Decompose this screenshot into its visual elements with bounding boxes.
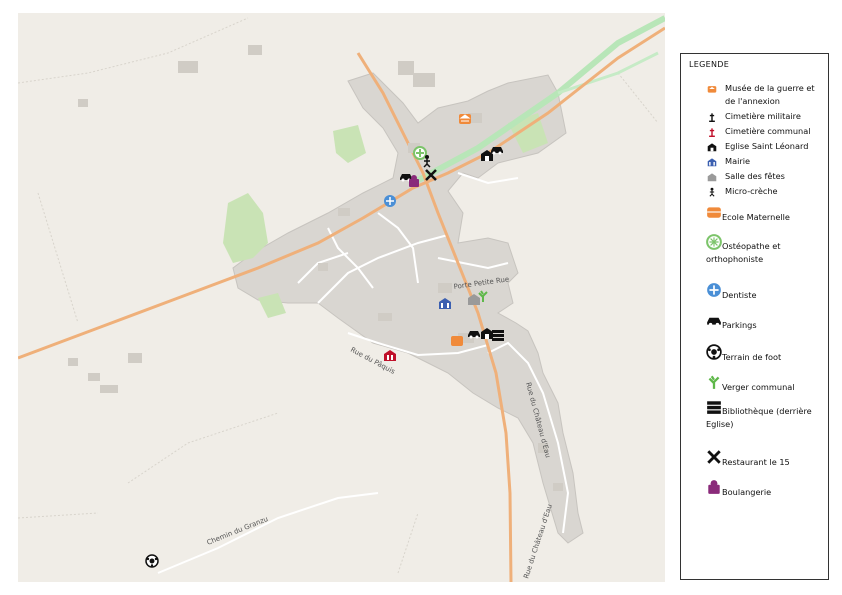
legend-item-label: Verger communal — [722, 381, 795, 394]
cross-icon — [709, 128, 715, 137]
legend-item-label: Mairie — [725, 155, 750, 168]
legend-label-line: Restaurant le 15 — [722, 457, 790, 467]
restaurant-icon[interactable] — [424, 168, 438, 182]
car-icon — [707, 317, 721, 327]
legend-label-line: Boulangerie — [722, 487, 772, 497]
townhall-icon — [707, 158, 717, 167]
legend-label-line: Terrain de foot — [722, 352, 782, 362]
legend-item-label: Salle des fêtes — [725, 170, 785, 183]
legend-item-label: Restaurant le 15 — [722, 456, 790, 469]
restaurant-icon — [707, 450, 721, 464]
car-icon[interactable] — [467, 326, 481, 340]
legend-label-line: Micro-crèche — [725, 186, 778, 196]
legend-label-line: Dentiste — [722, 290, 757, 300]
townhall-icon[interactable] — [438, 296, 452, 310]
legend-item-label: Ecole Maternelle — [722, 211, 790, 224]
bakery-icon[interactable] — [407, 174, 421, 188]
museum-icon — [707, 86, 717, 93]
legend-item-label: Dentiste — [722, 289, 757, 302]
legend-item-label: Eglise Saint Léonard — [725, 140, 808, 153]
child-icon[interactable] — [420, 154, 434, 168]
dentist-icon[interactable] — [383, 194, 397, 208]
legend-label-line: Ecole Maternelle — [722, 212, 790, 222]
legend-label-line: Mairie — [725, 156, 751, 166]
hall-icon — [707, 173, 717, 182]
railway-branch — [557, 51, 659, 95]
legend-label-line: Verger communal — [722, 382, 795, 392]
cross-icon — [709, 113, 715, 122]
hall-icon[interactable] — [467, 292, 481, 306]
legend-item-label: Bibliothèque (derrière Eglise) — [706, 405, 812, 431]
legend-item-label: Micro-crèche — [725, 185, 778, 198]
legend-label-line: Bibliothèque (derrière — [722, 406, 812, 416]
legend-label-line: Cimetière communal — [725, 126, 811, 136]
legend-label-line: Cimetière militaire — [725, 111, 801, 121]
cemetery-communal-icon[interactable] — [383, 348, 397, 362]
football-icon — [706, 344, 722, 360]
map-canvas: Porte Petite Rue Rue du Pâquis Rue du Ch… — [18, 15, 665, 582]
school-icon[interactable] — [450, 334, 464, 348]
legend-label-line: de l'annexion — [725, 96, 780, 106]
map-legend: LEGENDE Musée de la guerre et de l'annexi… — [680, 53, 829, 580]
museum-icon[interactable] — [458, 112, 472, 126]
legend-label-line: Parkings — [722, 320, 757, 330]
legend-label-line: Ostéopathe et — [722, 241, 781, 251]
legend-item-label: Cimetière communal — [725, 125, 811, 138]
street-label-rue-du-chateau-deau-2: Rue du Château d'Eau — [522, 503, 554, 579]
legend-item-label: Terrain de foot — [722, 351, 781, 364]
street-label-chemin-du-granzu: Chemin du Granzu — [206, 515, 270, 547]
church-icon — [707, 143, 717, 152]
legend-item-label: Musée de la guerre et de l'annexion — [725, 82, 815, 108]
football-icon[interactable] — [145, 554, 159, 568]
dentist-icon — [707, 283, 721, 297]
legend-label-line: Eglise) — [706, 419, 734, 429]
legend-title: LEGENDE — [689, 60, 730, 69]
school-icon — [707, 207, 721, 218]
bakery-icon — [708, 480, 720, 494]
legend-label-line: Salle des fêtes — [725, 171, 785, 181]
tree-icon — [708, 375, 720, 389]
legend-item-label: Cimetière militaire — [725, 110, 801, 123]
legend-item-label: Boulangerie — [722, 486, 771, 499]
car-icon[interactable] — [490, 142, 504, 156]
books-icon[interactable] — [491, 328, 505, 342]
legend-item-label: Parkings — [722, 319, 757, 332]
legend-item-label: Ostéopathe et orthophoniste — [706, 240, 780, 266]
legend-label-line: orthophoniste — [706, 254, 764, 264]
village-map[interactable]: Porte Petite Rue Rue du Pâquis Rue du Ch… — [18, 13, 665, 582]
legend-label-line: Eglise Saint Léonard — [725, 141, 809, 151]
legend-label-line: Musée de la guerre et — [725, 83, 815, 93]
child-icon — [709, 187, 715, 197]
